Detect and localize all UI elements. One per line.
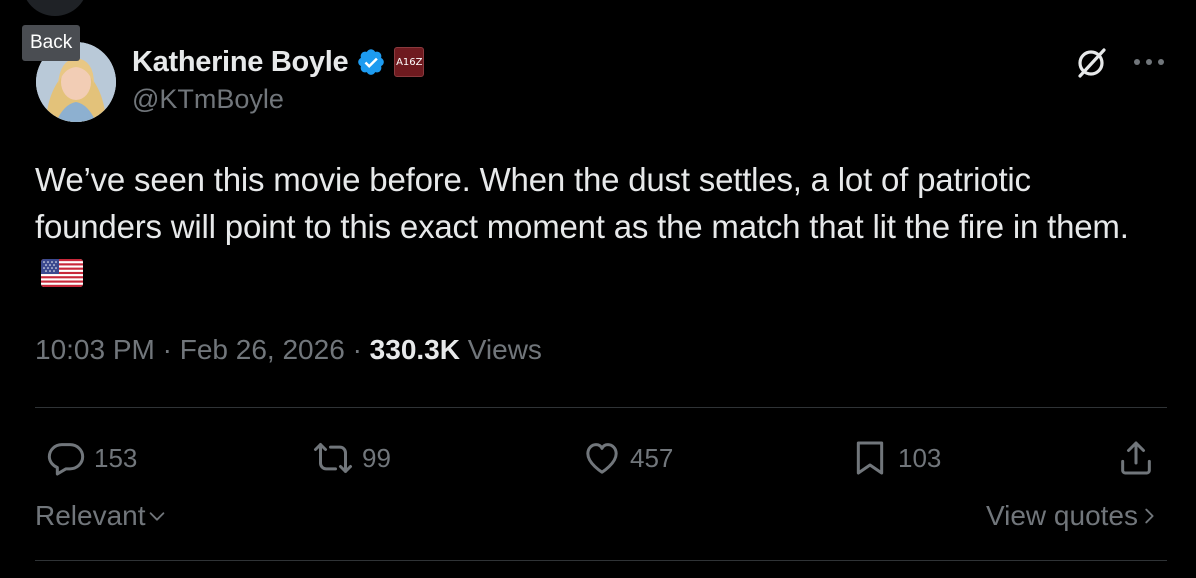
back-button[interactable]: Back <box>22 25 81 61</box>
view-quotes-link[interactable]: View quotes <box>986 500 1160 532</box>
share-icon <box>1121 441 1151 475</box>
us-flag-icon <box>41 259 83 288</box>
chevron-right-icon <box>1145 508 1154 524</box>
tweet-meta: 10:03 PM · Feb 26, 2026 · 330.3K Views <box>35 334 542 366</box>
heart-icon <box>586 443 618 474</box>
repost-button[interactable]: 99 <box>312 436 391 480</box>
tweet-body: We’ve seen this movie before. When the d… <box>35 161 1129 245</box>
author-handle[interactable]: @KTmBoyle <box>132 84 424 115</box>
repost-count: 99 <box>362 442 391 473</box>
action-bar: 153 99 457 103 <box>0 436 1196 480</box>
reply-button[interactable]: 153 <box>46 436 137 480</box>
tweet-time[interactable]: 10:03 PM <box>35 334 155 365</box>
view-quotes-label: View quotes <box>985 500 1138 531</box>
like-count: 457 <box>630 442 674 473</box>
repost-icon <box>314 443 352 473</box>
affiliate-badge-icon[interactable]: A16Z <box>394 47 425 77</box>
bookmark-count: 103 <box>898 442 942 473</box>
meta-separator: · <box>162 334 172 365</box>
sort-replies-dropdown[interactable]: Relevant <box>35 500 168 532</box>
more-options-icon[interactable] <box>1132 56 1166 68</box>
reply-count: 153 <box>94 442 138 473</box>
bookmark-icon <box>856 441 884 475</box>
reply-icon <box>47 443 85 476</box>
meta-separator: · <box>352 334 362 365</box>
author-header: Katherine Boyle A16Z @KTmBoyle <box>132 42 425 115</box>
views-count: 330.3K <box>369 334 460 365</box>
sort-label: Relevant <box>35 500 146 531</box>
divider <box>35 560 1167 561</box>
grok-icon[interactable] <box>1072 44 1110 82</box>
author-name[interactable]: Katherine Boyle <box>132 46 349 79</box>
divider <box>35 407 1167 408</box>
verified-badge-icon <box>358 49 385 75</box>
like-button[interactable]: 457 <box>582 436 673 480</box>
chevron-down-icon <box>149 512 164 521</box>
tweet-text: We’ve seen this movie before. When the d… <box>35 156 1165 297</box>
tweet-date[interactable]: Feb 26, 2026 <box>180 334 345 365</box>
share-button[interactable] <box>1116 436 1164 480</box>
views-label: Views <box>467 334 542 365</box>
top-circle-button[interactable] <box>22 0 88 16</box>
bookmark-button[interactable]: 103 <box>850 436 941 480</box>
